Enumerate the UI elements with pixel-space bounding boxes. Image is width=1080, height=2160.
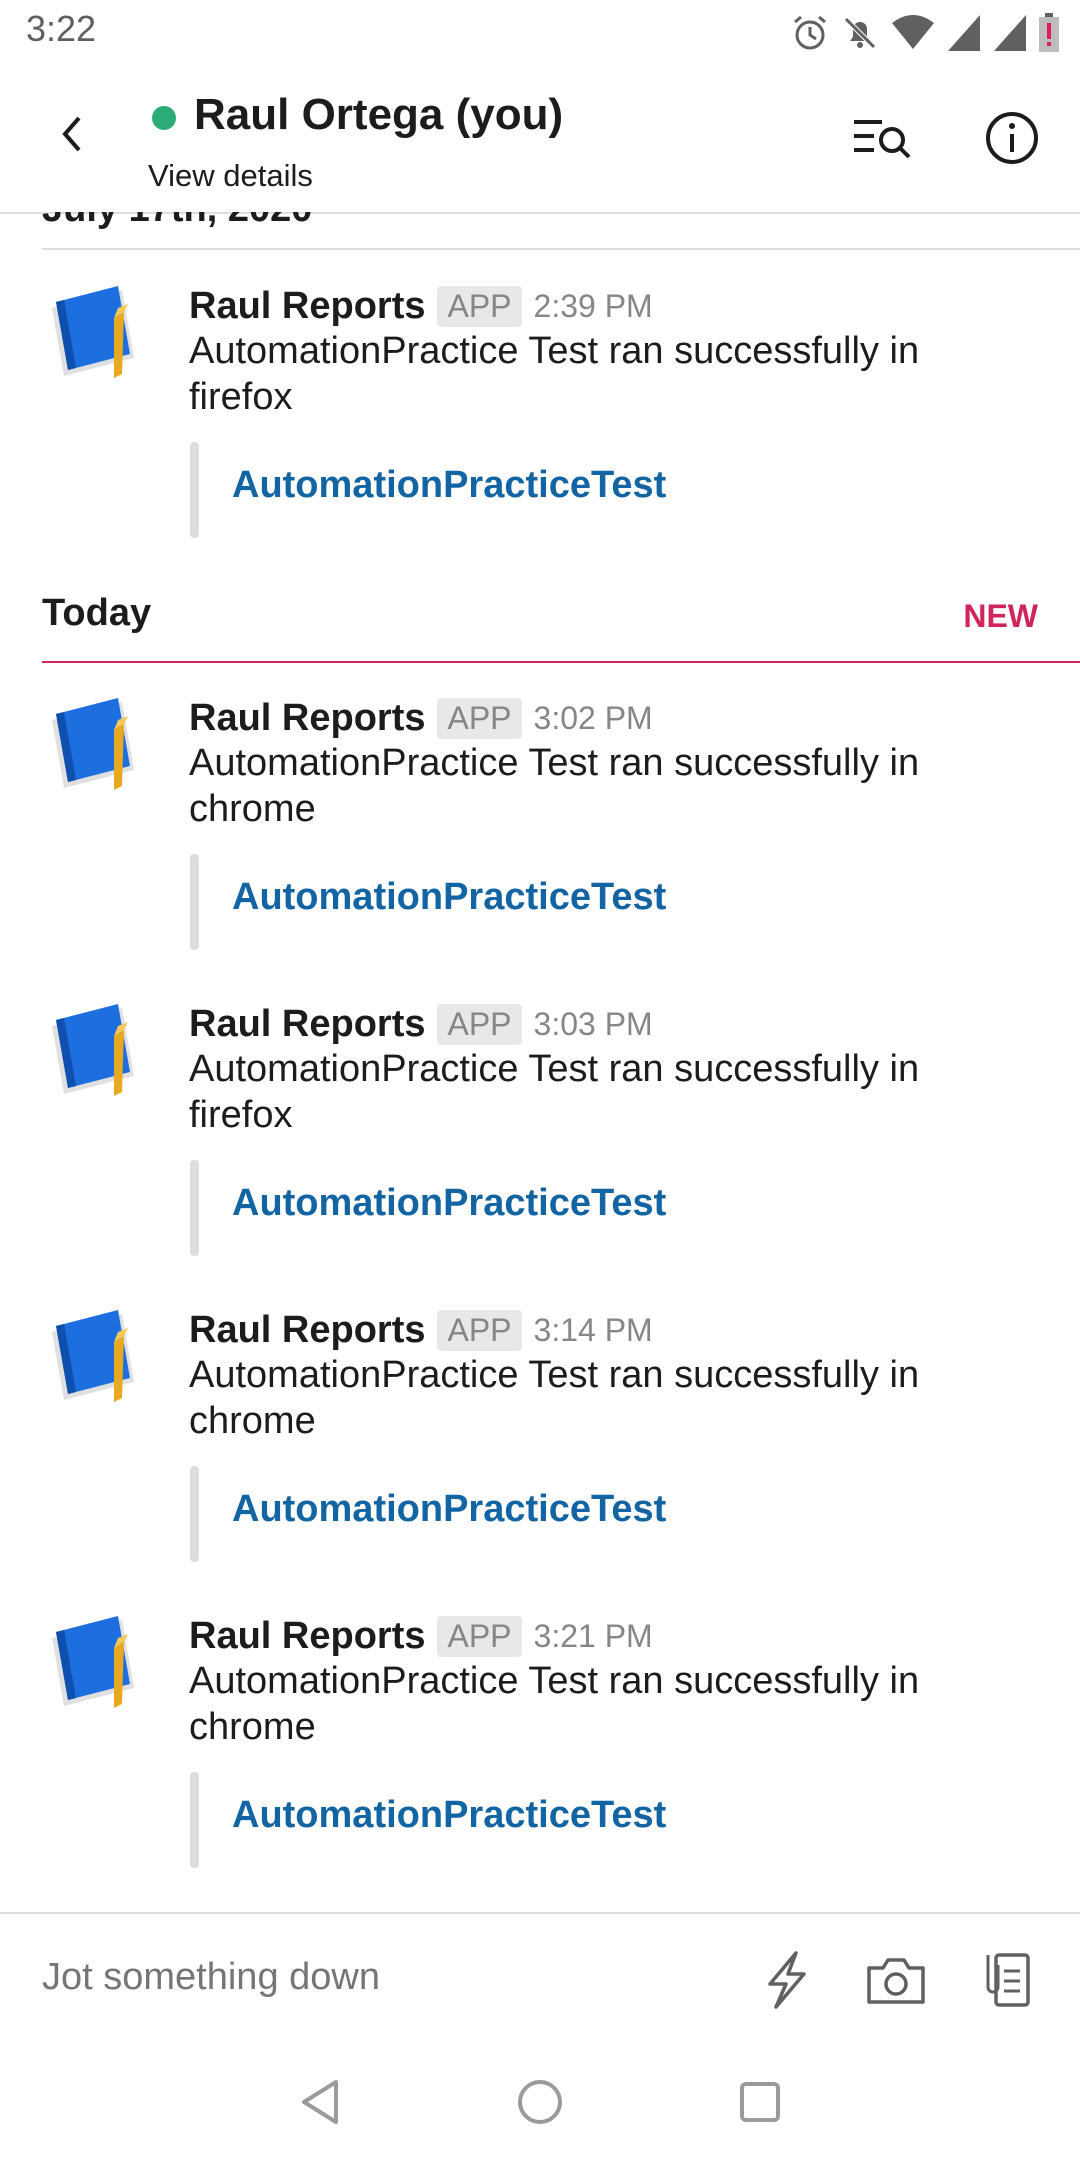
back-button[interactable] (44, 106, 100, 162)
message-header: Raul Reports APP 2:39 PM (189, 278, 653, 334)
attachment-bar (190, 1772, 199, 1868)
app-badge: APP (437, 1615, 522, 1657)
message-header: Raul Reports APP 3:21 PM (189, 1608, 653, 1664)
message-text: AutomationPractice Test ran successfully… (189, 330, 920, 418)
attachment-button[interactable] (972, 1946, 1040, 2014)
message-text: AutomationPractice Test ran successfully… (189, 1660, 920, 1748)
shortcuts-button[interactable] (752, 1946, 820, 2014)
info-button[interactable] (980, 106, 1044, 170)
search-conversation-icon (854, 120, 911, 159)
sender-name[interactable]: Raul Reports (189, 1309, 425, 1352)
message-header: Raul Reports APP 3:14 PM (189, 1302, 653, 1358)
attachment-link[interactable]: AutomationPracticeTest (232, 464, 666, 507)
notebook-avatar-icon[interactable] (44, 996, 148, 1100)
attachment-bar (190, 1160, 199, 1256)
message-time[interactable]: 3:21 PM (534, 1618, 653, 1655)
bell-off-icon (844, 17, 876, 49)
notebook-avatar-icon[interactable] (44, 1302, 148, 1406)
today-label: Today (42, 592, 152, 634)
conversation-title[interactable]: Raul Ortega (you) (194, 90, 563, 140)
message-time[interactable]: 3:14 PM (534, 1312, 653, 1349)
message-composer (0, 1912, 1080, 2048)
nav-back-button[interactable] (290, 2072, 350, 2132)
channel-header: Raul Ortega (you) View details (0, 62, 1080, 214)
camera-icon (867, 1958, 925, 2004)
nav-home-icon (518, 2080, 562, 2124)
notebook-avatar-icon[interactable] (44, 278, 148, 382)
notebook-avatar-icon[interactable] (44, 690, 148, 794)
nav-recents-icon (740, 2082, 780, 2122)
today-divider: Today NEW (42, 592, 1080, 658)
back-arrow-icon (62, 116, 81, 152)
attachment-link[interactable]: AutomationPracticeTest (232, 1488, 666, 1531)
wifi-icon (892, 15, 934, 49)
app-badge: APP (437, 697, 522, 739)
status-bar: 3:22 (0, 0, 1080, 62)
message-input[interactable] (42, 1956, 682, 1999)
message-header: Raul Reports APP 3:03 PM (189, 996, 653, 1052)
attachment-bar (190, 442, 199, 538)
search-conversation-button[interactable] (848, 108, 916, 168)
camera-button[interactable] (862, 1946, 930, 2014)
nav-back-icon (302, 2080, 338, 2124)
alarm-icon (794, 15, 826, 50)
status-time: 3:22 (26, 8, 97, 49)
attachment-icon (986, 1953, 1030, 2007)
system-nav-bar (0, 2046, 1080, 2160)
sender-name[interactable]: Raul Reports (189, 1615, 425, 1658)
nav-home-button[interactable] (510, 2072, 570, 2132)
signal-icon (948, 15, 980, 51)
attachment-link[interactable]: AutomationPracticeTest (232, 1794, 666, 1837)
app-badge: APP (437, 1003, 522, 1045)
new-messages-line (42, 661, 1080, 663)
date-divider: July 17th, 2020 (42, 212, 312, 231)
attachment-bar (190, 1466, 199, 1562)
date-divider-line (42, 248, 1080, 250)
battery-low-icon (1039, 13, 1059, 52)
attachment-link[interactable]: AutomationPracticeTest (232, 1182, 666, 1225)
message-text: AutomationPractice Test ran successfully… (189, 742, 920, 830)
status-icons (790, 12, 1060, 54)
message-time[interactable]: 3:03 PM (534, 1006, 653, 1043)
app-badge: APP (437, 1309, 522, 1351)
shortcut-lightning-icon (768, 1951, 806, 2009)
app-badge: APP (437, 285, 522, 327)
message-header: Raul Reports APP 3:02 PM (189, 690, 653, 746)
notebook-avatar-icon[interactable] (44, 1608, 148, 1712)
nav-recents-button[interactable] (730, 2072, 790, 2132)
signal-icon (994, 15, 1026, 51)
sender-name[interactable]: Raul Reports (189, 1003, 425, 1046)
message-text: AutomationPractice Test ran successfully… (189, 1048, 920, 1136)
info-icon (986, 112, 1038, 164)
message-time[interactable]: 3:02 PM (534, 700, 653, 737)
presence-indicator (152, 106, 176, 130)
message-text: AutomationPractice Test ran successfully… (189, 1354, 920, 1442)
new-messages-label: NEW (963, 598, 1038, 634)
sender-name[interactable]: Raul Reports (189, 285, 425, 328)
message-time[interactable]: 2:39 PM (534, 288, 653, 325)
attachment-link[interactable]: AutomationPracticeTest (232, 876, 666, 919)
message-list[interactable]: July 17th, 2020 Raul Reports APP 2:39 PM… (0, 212, 1080, 1912)
view-details-link[interactable]: View details (148, 158, 313, 194)
attachment-bar (190, 854, 199, 950)
sender-name[interactable]: Raul Reports (189, 697, 425, 740)
